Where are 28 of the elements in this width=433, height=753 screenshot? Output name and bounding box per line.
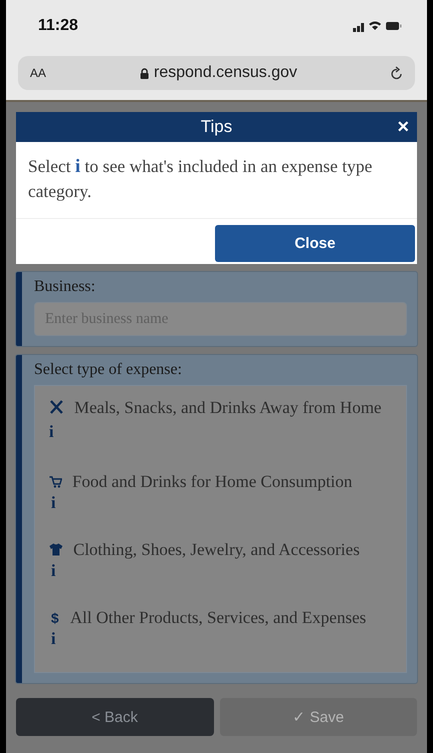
expense-option[interactable]: $ All Other Products, Services, and Expenses i [41,606,386,648]
status-icons [353,20,403,32]
info-icon[interactable]: i [51,562,386,580]
expense-type-label: Select type of expense: [34,361,183,379]
status-time: 11:28 [38,17,78,35]
text-size-button[interactable]: AA [30,66,46,80]
option-text: Food and Drinks for Home Consumption [72,472,352,491]
option-text: Meals, Snacks, and Drinks Away from Home [74,398,382,417]
expense-option[interactable]: Meals, Snacks, and Drinks Away from Home i [41,396,386,444]
dollar-icon: $ [51,610,59,626]
expense-option[interactable]: Food and Drinks for Home Consumption i [41,470,386,512]
close-button[interactable]: Close [215,225,415,262]
business-label: Business: [34,278,96,296]
info-icon[interactable]: i [51,494,386,512]
option-text: All Other Products, Services, and Expenses [70,608,366,627]
expense-option[interactable]: Clothing, Shoes, Jewelry, and Accessories i [41,538,386,580]
url-text: respond.census.gov [154,64,298,82]
info-icon[interactable]: i [51,630,386,648]
tip-text: Select i to see what's included in an expense type category. [16,142,417,219]
dialog-title: Tips [200,117,232,137]
info-icon[interactable]: i [49,422,54,441]
cart-icon [49,476,62,488]
reload-icon[interactable] [391,66,403,80]
address-bar[interactable]: AA respond.census.gov [18,56,415,90]
lock-icon [140,68,149,78]
back-button[interactable]: < Back [16,698,214,736]
shirt-icon [49,543,63,556]
option-text: Clothing, Shoes, Jewelry, and Accessories [73,540,360,559]
